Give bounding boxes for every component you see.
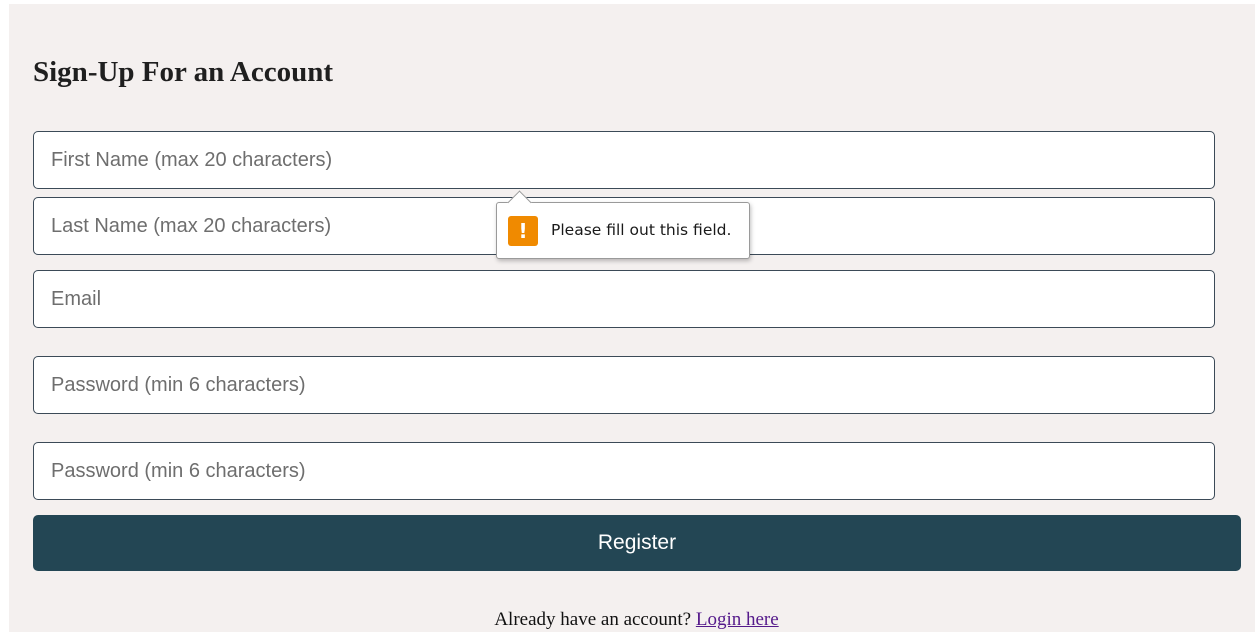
register-button[interactable]: Register — [33, 515, 1241, 571]
validation-tooltip: ! Please fill out this field. — [496, 190, 750, 259]
first-name-input[interactable] — [33, 131, 1215, 189]
validation-message: Please fill out this field. — [551, 221, 732, 239]
login-link[interactable]: Login here — [696, 609, 779, 630]
page-title: Sign-Up For an Account — [33, 56, 333, 88]
login-prompt: Already have an account? Login here — [0, 609, 1255, 631]
warning-exclamation-icon: ! — [508, 216, 538, 246]
confirm-password-input[interactable] — [33, 442, 1215, 500]
email-input[interactable] — [33, 270, 1215, 328]
password-input[interactable] — [33, 356, 1215, 414]
login-prompt-text: Already have an account? — [494, 609, 692, 630]
